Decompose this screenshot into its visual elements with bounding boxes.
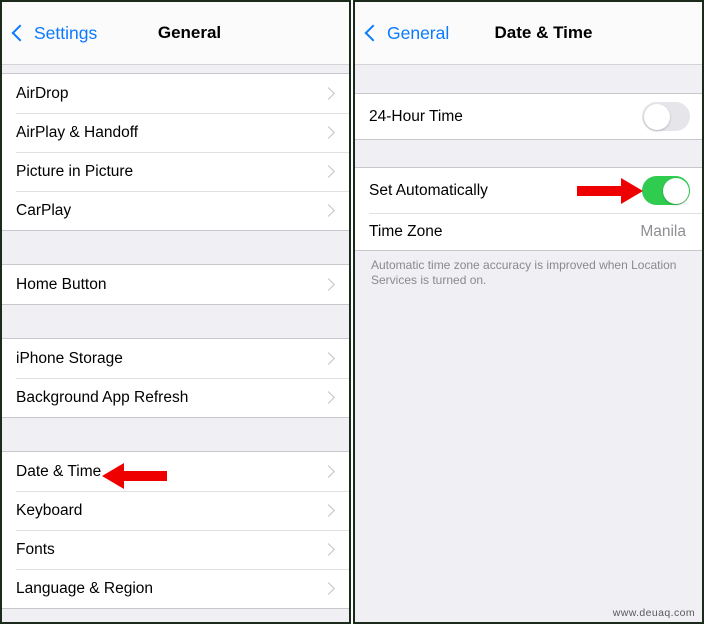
right-phone-screen-date-time: General Date & Time 24-Hour Time Set Aut…	[353, 0, 704, 624]
back-to-settings-button[interactable]: Settings	[2, 23, 97, 44]
row-label: iPhone Storage	[16, 349, 123, 367]
chevron-right-icon	[322, 87, 335, 100]
sidebar-item-picture-in-picture[interactable]: Picture in Picture	[2, 152, 349, 191]
dual-screenshot-container: Settings General AirDrop AirPlay & Hando…	[0, 0, 706, 624]
back-to-general-button[interactable]: General	[355, 23, 449, 44]
site-watermark: www.deuaq.com	[612, 607, 695, 619]
back-button-label: General	[387, 22, 450, 43]
settings-group-24-hour: 24-Hour Time	[355, 93, 702, 140]
row-label: Set Automatically	[369, 181, 488, 199]
sidebar-item-airdrop[interactable]: AirDrop	[2, 74, 349, 113]
row-label: Time Zone	[369, 222, 443, 240]
list-gap	[2, 418, 349, 451]
settings-group-localization: Date & Time Keyboard Fonts Language & Re…	[2, 451, 349, 609]
chevron-left-icon	[11, 24, 29, 42]
general-settings-list: AirDrop AirPlay & Handoff Picture in Pic…	[2, 65, 349, 622]
left-phone-screen-general-settings: Settings General AirDrop AirPlay & Hando…	[0, 0, 351, 624]
row-label: Language & Region	[16, 579, 154, 597]
toggle-knob	[643, 103, 670, 130]
chevron-right-icon	[322, 126, 335, 139]
sidebar-item-keyboard[interactable]: Keyboard	[2, 491, 349, 530]
settings-group-storage: iPhone Storage Background App Refresh	[2, 338, 349, 418]
toggle-knob	[662, 177, 689, 204]
sidebar-item-carplay[interactable]: CarPlay	[2, 191, 349, 230]
chevron-right-icon	[322, 352, 335, 365]
toggle-set-automatically[interactable]	[642, 176, 690, 205]
list-gap	[2, 231, 349, 264]
row-label: Keyboard	[16, 501, 83, 519]
settings-group-home-button: Home Button	[2, 264, 349, 305]
sidebar-item-date-time[interactable]: Date & Time	[2, 452, 349, 491]
sidebar-item-airplay-handoff[interactable]: AirPlay & Handoff	[2, 113, 349, 152]
back-button-label: Settings	[34, 22, 98, 43]
chevron-right-icon	[322, 278, 335, 291]
row-set-automatically[interactable]: Set Automatically	[355, 168, 702, 213]
settings-group-time-zone: Set Automatically Time Zone Manila	[355, 167, 702, 251]
row-label: Home Button	[16, 275, 107, 293]
chevron-right-icon	[322, 504, 335, 517]
list-gap	[2, 305, 349, 338]
time-zone-value: Manila	[640, 222, 686, 240]
sidebar-item-fonts[interactable]: Fonts	[2, 530, 349, 569]
sidebar-item-iphone-storage[interactable]: iPhone Storage	[2, 339, 349, 378]
row-label: AirPlay & Handoff	[16, 123, 139, 141]
left-navigation-bar: Settings General	[2, 2, 349, 65]
toggle-24-hour-time[interactable]	[642, 102, 690, 131]
date-time-settings-list: 24-Hour Time Set Automatically Time Zone	[355, 65, 702, 622]
row-label: CarPlay	[16, 201, 72, 219]
row-label: Date & Time	[16, 462, 102, 480]
chevron-right-icon	[322, 543, 335, 556]
chevron-right-icon	[322, 204, 335, 217]
chevron-left-icon	[364, 24, 382, 42]
row-label: 24-Hour Time	[369, 107, 463, 125]
right-navigation-bar: General Date & Time	[355, 2, 702, 65]
row-label: Picture in Picture	[16, 162, 134, 180]
sidebar-item-home-button[interactable]: Home Button	[2, 265, 349, 304]
list-gap	[2, 65, 349, 73]
chevron-right-icon	[322, 465, 335, 478]
row-label: AirDrop	[16, 84, 69, 102]
row-time-zone[interactable]: Time Zone Manila	[355, 213, 702, 250]
chevron-right-icon	[322, 582, 335, 595]
row-24-hour-time[interactable]: 24-Hour Time	[355, 94, 702, 139]
row-label: Fonts	[16, 540, 55, 558]
location-services-footnote: Automatic time zone accuracy is improved…	[355, 251, 702, 288]
sidebar-item-background-app-refresh[interactable]: Background App Refresh	[2, 378, 349, 417]
row-label: Background App Refresh	[16, 388, 189, 406]
chevron-right-icon	[322, 391, 335, 404]
list-gap	[355, 140, 702, 167]
settings-group-connectivity: AirDrop AirPlay & Handoff Picture in Pic…	[2, 73, 349, 231]
chevron-right-icon	[322, 165, 335, 178]
sidebar-item-language-region[interactable]: Language & Region	[2, 569, 349, 608]
list-gap	[355, 65, 702, 93]
